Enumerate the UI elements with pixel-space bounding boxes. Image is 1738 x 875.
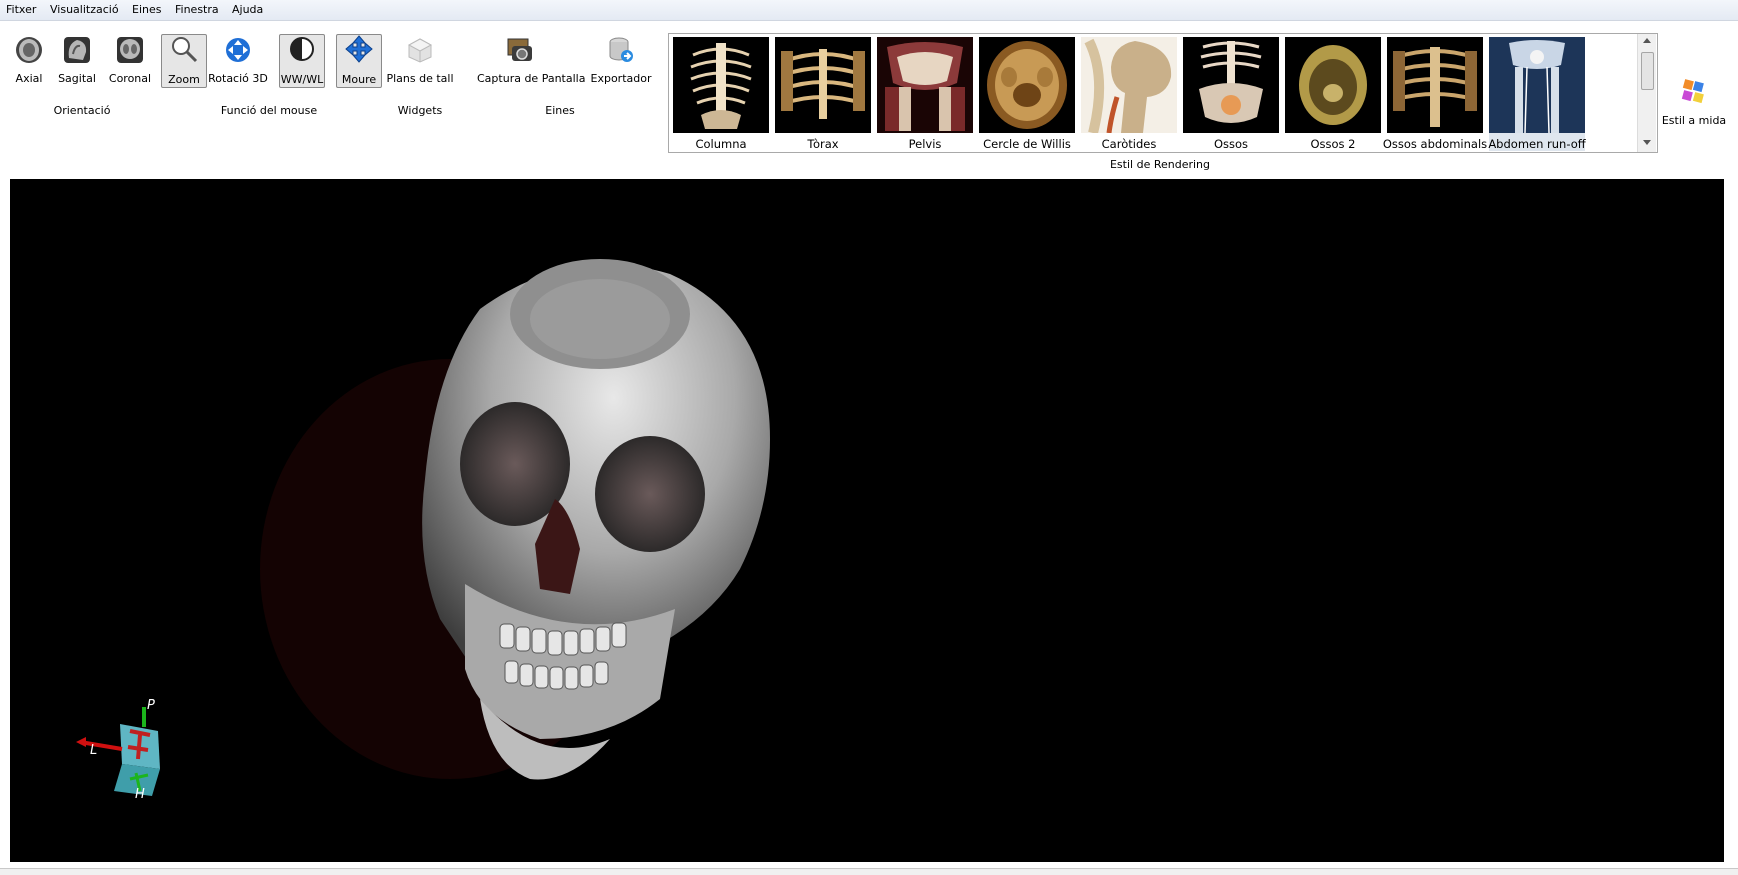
rotate-3d-icon xyxy=(226,38,250,62)
columna-label: Columna xyxy=(695,137,747,151)
torax-thumbnail xyxy=(775,37,871,133)
camera-icon xyxy=(507,38,532,61)
style-torax[interactable]: Tòrax xyxy=(775,37,871,151)
style-columna[interactable]: Columna xyxy=(673,37,769,151)
coronal-icon xyxy=(117,37,143,63)
carotides-label: Caròtides xyxy=(1101,137,1157,151)
style-ossos-2[interactable]: Ossos 2 xyxy=(1285,37,1381,151)
ossos-2-thumbnail xyxy=(1285,37,1381,133)
orientation-label-p: P xyxy=(147,698,155,713)
ossos-abdominals-label: Ossos abdominals xyxy=(1382,137,1488,151)
ossos-abdominals-thumbnail xyxy=(1387,37,1483,133)
widgets-group-label: Widgets xyxy=(397,104,443,117)
style-ossos[interactable]: Ossos xyxy=(1183,37,1279,151)
window-level-icon xyxy=(290,37,314,61)
pelvis-label: Pelvis xyxy=(908,137,942,151)
cercle-de-willis-thumbnail xyxy=(979,37,1075,133)
axial-icon xyxy=(16,37,42,63)
eines-group-label: Eines xyxy=(545,104,575,117)
plans-de-tall-button[interactable]: Plans de tall xyxy=(386,36,454,88)
orientation-label-l: L xyxy=(90,743,97,758)
orientation-label-h: H xyxy=(135,787,145,802)
scroll-down-arrow-icon[interactable] xyxy=(1643,140,1651,145)
clipping-planes-icon xyxy=(407,38,433,63)
torax-label: Tòrax xyxy=(807,137,839,151)
skull-volume-render: P L H xyxy=(76,259,770,802)
scroll-thumb[interactable] xyxy=(1641,52,1654,90)
style-abdomen-run-off[interactable]: Abdomen run-off xyxy=(1488,37,1586,151)
menu-ajuda[interactable]: Ajuda xyxy=(232,3,263,16)
orientation-cube-icon xyxy=(76,707,160,796)
orientation-group-label: Orientació xyxy=(53,104,111,117)
ossos-label: Ossos xyxy=(1213,137,1249,151)
rotacio-3d-button[interactable]: Rotació 3D xyxy=(208,36,268,88)
pelvis-thumbnail xyxy=(877,37,973,133)
style-ossos-abdominals[interactable]: Ossos abdominals xyxy=(1383,37,1487,151)
estil-a-mida-label: Estil a mida xyxy=(1661,114,1727,127)
move-icon xyxy=(345,35,373,63)
color-palette-icon xyxy=(1681,79,1704,104)
estil-a-mida-button[interactable]: Estil a mida xyxy=(1662,78,1726,130)
menu-visualitzacio[interactable]: Visualització xyxy=(50,3,119,16)
plans-de-tall-label: Plans de tall xyxy=(386,72,454,85)
style-pelvis[interactable]: Pelvis xyxy=(877,37,973,151)
captura-de-pantalla-button[interactable]: Captura de Pantalla xyxy=(477,36,585,88)
menu-finestra[interactable]: Finestra xyxy=(175,3,219,16)
abdomen-run-off-thumbnail xyxy=(1489,37,1585,133)
database-export-icon xyxy=(609,37,633,62)
exportador-label: Exportador xyxy=(590,72,652,85)
menu-fitxer[interactable]: Fitxer xyxy=(6,3,36,16)
columna-thumbnail xyxy=(673,37,769,133)
exportador-button[interactable]: Exportador xyxy=(591,36,651,88)
magnifier-icon xyxy=(172,37,198,63)
ossos-thumbnail xyxy=(1183,37,1279,133)
scroll-up-arrow-icon[interactable] xyxy=(1643,38,1651,43)
style-carotides[interactable]: Caròtides xyxy=(1081,37,1177,151)
ossos-2-label: Ossos 2 xyxy=(1310,137,1356,151)
carotides-thumbnail xyxy=(1081,37,1177,133)
gallery-scrollbar[interactable] xyxy=(1637,34,1656,152)
abdomen-run-off-label: Abdomen run-off xyxy=(1488,137,1586,151)
style-cercle-de-willis[interactable]: Cercle de Willis xyxy=(979,37,1075,151)
rendering-style-gallery: Columna Tòrax Pelvis Cercle de Willis Ca… xyxy=(668,33,1658,153)
menu-bar: Fitxer Visualització Eines Finestra Ajud… xyxy=(0,0,1738,21)
rendering-group-label: Estil de Rendering xyxy=(1109,158,1211,171)
captura-de-pantalla-label: Captura de Pantalla xyxy=(477,72,586,85)
moure-button[interactable]: Moure xyxy=(336,34,382,88)
cercle-de-willis-label: Cercle de Willis xyxy=(983,137,1071,151)
mouse-group-label: Funció del mouse xyxy=(220,104,318,117)
menu-eines[interactable]: Eines xyxy=(132,3,161,16)
sagittal-icon xyxy=(64,37,90,63)
3d-render-viewport[interactable]: P L H xyxy=(10,179,1724,862)
